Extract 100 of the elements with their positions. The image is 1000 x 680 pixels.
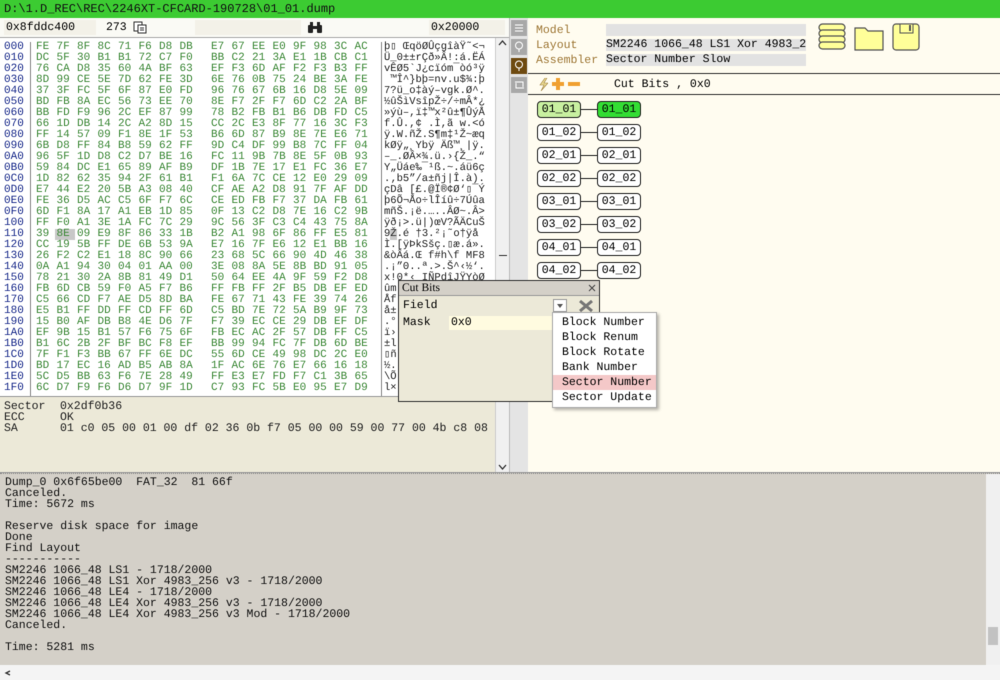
hex-byte[interactable]: C4 [230,141,250,152]
hex-byte[interactable]: DB [312,328,332,339]
hex-byte[interactable]: F7 [230,97,250,108]
chain-node[interactable]: 02_01 [537,147,581,164]
hex-byte[interactable]: C5 [352,328,373,339]
hex-byte[interactable]: E1 [96,163,116,174]
hex-byte[interactable]: 86 [136,229,157,240]
hex-byte[interactable]: 9D [209,141,230,152]
hex-byte[interactable]: E7 [332,383,352,394]
hex-byte[interactable]: 14 [54,130,75,141]
chain-node[interactable]: 03_01 [597,193,641,210]
hex-byte[interactable]: 9C [209,218,230,229]
hex-byte[interactable]: 15 [75,328,96,339]
hex-byte[interactable]: FF [116,306,136,317]
hex-byte[interactable]: 57 [291,328,312,339]
hex-byte[interactable]: F7 [291,372,312,383]
hex-byte[interactable]: 65 [116,163,136,174]
hex-byte[interactable]: 94 [75,262,96,273]
hex-byte[interactable]: 66 [178,251,198,262]
hex-byte[interactable]: 8D [157,295,178,306]
hex-byte[interactable]: 59 [136,141,157,152]
hex-byte[interactable]: FF [332,328,352,339]
hex-byte[interactable]: FE [209,295,230,306]
hex-byte[interactable]: F1 [54,350,75,361]
hex-byte[interactable]: 16 [291,86,312,97]
hex-byte[interactable]: 17 [54,361,75,372]
hex-byte[interactable]: 98 [312,42,332,53]
hex-byte[interactable]: F1 [54,207,75,218]
hex-byte[interactable]: 4A [136,64,157,75]
hex-byte[interactable]: AF [270,64,291,75]
hex-byte[interactable]: 98 [250,229,270,240]
hex-byte[interactable]: AD [116,361,136,372]
hex-byte[interactable]: B2 [230,108,250,119]
hex-byte[interactable]: 39 [34,229,54,240]
hex-byte[interactable]: FB [250,196,270,207]
hex-byte[interactable]: 56 [230,218,250,229]
hex-byte[interactable]: 4A [270,273,291,284]
hex-byte[interactable]: 3C [332,119,352,130]
hex-byte[interactable]: AC [230,361,250,372]
hex-byte[interactable]: 96 [209,86,230,97]
hex-byte[interactable]: 38 [352,251,373,262]
hex-byte[interactable]: D1 [178,273,198,284]
hex-byte[interactable]: B1 [270,108,291,119]
scroll-thumb[interactable] [988,627,998,645]
hex-byte[interactable]: D9 [352,383,373,394]
hex-byte[interactable]: 26 [34,251,54,262]
hex-byte[interactable]: 30 [75,273,96,284]
hex-byte[interactable]: 3A [332,75,352,86]
hex-byte[interactable]: D6 [157,317,178,328]
hex-byte[interactable]: 8B [116,273,136,284]
hex-byte[interactable]: C5 [352,108,373,119]
hex-byte[interactable]: EB [136,207,157,218]
hex-byte[interactable]: 39 [312,295,332,306]
hex-byte[interactable]: DC [312,350,332,361]
scrollbar[interactable] [986,474,1000,665]
hex-byte[interactable]: 11 [230,152,250,163]
hex-byte[interactable]: 71 [352,130,373,141]
hex-byte[interactable]: 16 [312,119,332,130]
hex-byte[interactable]: FB [332,196,352,207]
hex-byte[interactable]: 61 [157,174,178,185]
hex-byte[interactable]: 8E [291,152,312,163]
splitter-icon[interactable] [498,254,506,256]
hex-byte[interactable]: B2 [209,229,230,240]
hex-byte[interactable]: CC [34,240,54,251]
hex-byte[interactable]: 5B [270,383,291,394]
hex-byte[interactable]: FF [178,141,198,152]
hex-byte[interactable]: 57 [75,130,96,141]
hex-byte[interactable]: 9B [250,152,270,163]
hex-byte[interactable]: 40 [178,185,198,196]
hex-byte[interactable]: 8C [136,251,157,262]
hex-byte[interactable]: C2 [75,251,96,262]
hex-byte[interactable]: 76 [230,75,250,86]
hex-byte[interactable]: 6C [178,196,198,207]
hex-byte[interactable]: 2F [250,97,270,108]
address-field[interactable]: 0x8fddc400 [4,20,96,35]
hex-byte[interactable]: 7E [250,306,270,317]
hex-byte[interactable]: F7 [96,295,116,306]
hex-byte[interactable]: 3B [332,372,352,383]
hex-byte[interactable]: 01 [136,262,157,273]
hex-byte[interactable]: 05 [352,262,373,273]
hex-byte[interactable]: 6D [178,306,198,317]
hex-byte[interactable]: B6 [178,284,198,295]
hex-byte[interactable]: CB [332,53,352,64]
hex-byte[interactable]: 7C [250,174,270,185]
hex-byte[interactable]: FF [96,240,116,251]
hex-byte[interactable]: E3 [250,119,270,130]
hex-byte[interactable]: 73 [136,97,157,108]
hex-byte[interactable]: 15 [178,119,198,130]
hex-byte[interactable]: 1B [230,163,250,174]
hex-byte[interactable]: E0 [157,86,178,97]
hex-byte[interactable]: 99 [270,141,291,152]
hex-byte[interactable]: DF [250,141,270,152]
hex-byte[interactable]: A1 [75,218,96,229]
hex-byte[interactable]: E6 [332,130,352,141]
hex-byte[interactable]: 5E [332,86,352,97]
hex-byte[interactable]: 1F [209,361,230,372]
hex-byte[interactable]: 93 [230,383,250,394]
hex-byte[interactable]: FB [34,284,54,295]
hex-byte[interactable]: FF [209,284,230,295]
hex-byte[interactable]: DD [96,306,116,317]
